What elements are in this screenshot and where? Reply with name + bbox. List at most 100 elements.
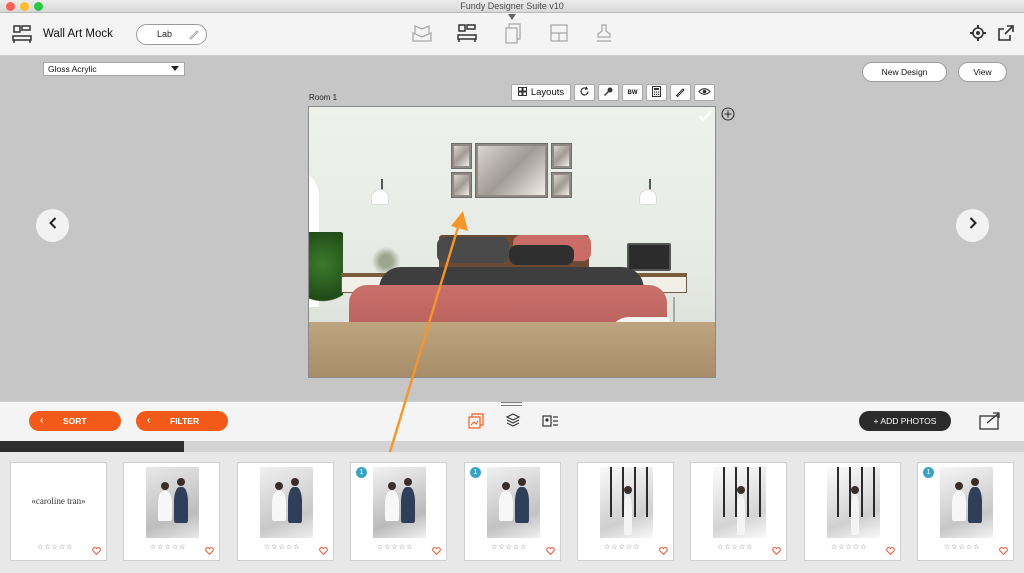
calculator-button[interactable]: [646, 84, 667, 101]
eyedropper-icon: [603, 86, 614, 100]
chevron-left-icon: ‹: [40, 415, 44, 426]
star-rating[interactable]: ☆☆☆☆☆: [491, 543, 527, 551]
heart-icon[interactable]: [886, 542, 895, 560]
preview-button[interactable]: [694, 84, 715, 101]
heart-icon[interactable]: [772, 542, 781, 560]
refresh-button[interactable]: [574, 84, 595, 101]
chevron-down-icon: [171, 66, 179, 71]
photo-thumbnail: [373, 467, 426, 538]
layouts-label: Layouts: [530, 87, 565, 98]
person-head: [518, 478, 526, 486]
window-titlebar: Fundy Designer Suite v10: [0, 0, 1024, 13]
edit-button[interactable]: [670, 84, 691, 101]
album-icon[interactable]: [411, 23, 433, 48]
heart-icon[interactable]: [999, 542, 1008, 560]
photo-card[interactable]: «caroline tran» ☆☆☆☆☆: [10, 462, 107, 561]
floor: [309, 322, 715, 377]
chevron-right-icon: [968, 216, 978, 235]
star-rating[interactable]: ☆☆☆☆☆: [377, 543, 413, 551]
person-figure: [158, 491, 172, 521]
person-head: [291, 478, 299, 486]
photo-filmstrip: «caroline tran» ☆☆☆☆☆ ☆☆☆☆☆ ☆☆☆☆☆ 1 ☆☆☆☆☆ 1 ☆☆☆…: [0, 452, 1024, 573]
photo-card[interactable]: 1 ☆☆☆☆☆: [350, 462, 447, 561]
people-tag-icon[interactable]: [541, 412, 559, 435]
laptop: [627, 243, 671, 271]
person-head: [177, 478, 185, 486]
export-icon[interactable]: [978, 411, 1002, 436]
eyedropper-button[interactable]: [598, 84, 619, 101]
star-rating[interactable]: ☆☆☆☆☆: [604, 543, 640, 551]
heart-icon[interactable]: [205, 542, 214, 560]
star-rating[interactable]: ☆☆☆☆☆: [717, 543, 753, 551]
person-head: [161, 482, 169, 490]
person-figure: [401, 487, 415, 523]
share-out-icon[interactable]: [997, 24, 1015, 47]
person-head: [502, 482, 510, 490]
heart-icon[interactable]: [432, 542, 441, 560]
window-mullion: [759, 467, 761, 517]
sort-button[interactable]: ‹ SORT: [29, 411, 121, 431]
usage-count-badge: 1: [923, 467, 934, 478]
photo-stack-icon[interactable]: [467, 412, 485, 435]
room-tools: Layouts BW: [511, 84, 715, 101]
wall-art-icon[interactable]: [457, 23, 477, 48]
person-head: [971, 478, 979, 486]
heart-icon[interactable]: [319, 542, 328, 560]
filter-button[interactable]: ‹ FILTER: [136, 411, 228, 431]
star-rating[interactable]: ☆☆☆☆☆: [264, 543, 300, 551]
photo-card[interactable]: 1 ☆☆☆☆☆: [464, 462, 561, 561]
cards-icon[interactable]: [504, 23, 522, 50]
window-mullion: [646, 467, 648, 517]
photo-card[interactable]: 1 ☆☆☆☆☆: [917, 462, 1014, 561]
lab-label: Lab: [157, 29, 173, 39]
checkmark-icon[interactable]: [697, 109, 713, 128]
chevron-left-icon: [48, 216, 58, 235]
main-toolbar: Wall Art Mock Lab: [0, 13, 1024, 56]
wall-art-frame[interactable]: [451, 172, 472, 198]
add-room-plus-icon[interactable]: [721, 107, 735, 126]
photo-card[interactable]: ☆☆☆☆☆: [690, 462, 787, 561]
wall-art-frame[interactable]: [451, 143, 472, 169]
person-head: [851, 486, 859, 494]
photo-card[interactable]: ☆☆☆☆☆: [237, 462, 334, 561]
refresh-icon: [579, 85, 590, 100]
star-rating[interactable]: ☆☆☆☆☆: [831, 543, 867, 551]
window-title: Fundy Designer Suite v10: [460, 1, 564, 11]
heart-icon[interactable]: [92, 542, 101, 560]
material-dropdown[interactable]: Gloss Acrylic: [43, 62, 185, 76]
add-photos-button[interactable]: + ADD PHOTOS: [859, 411, 951, 431]
wall-art-frame[interactable]: [551, 172, 572, 198]
lab-selector[interactable]: Lab: [136, 24, 207, 45]
window-mullion: [747, 467, 749, 517]
layout-icon[interactable]: [549, 23, 569, 48]
heart-icon[interactable]: [546, 542, 555, 560]
photo-card[interactable]: ☆☆☆☆☆: [804, 462, 901, 561]
heart-icon[interactable]: [659, 542, 668, 560]
photo-thumbnail: [940, 467, 993, 538]
star-rating[interactable]: ☆☆☆☆☆: [150, 543, 186, 551]
layouts-button[interactable]: Layouts: [511, 84, 571, 101]
settings-gear-icon[interactable]: [969, 24, 987, 47]
person-figure: [272, 491, 286, 521]
stamp-icon[interactable]: [595, 23, 613, 48]
photo-card[interactable]: ☆☆☆☆☆: [577, 462, 674, 561]
black-white-button[interactable]: BW: [622, 84, 643, 101]
person-figure: [624, 495, 632, 535]
next-room-button[interactable]: [956, 209, 989, 242]
room-scene-preview[interactable]: [308, 106, 716, 378]
star-rating[interactable]: ☆☆☆☆☆: [37, 543, 73, 551]
filmstrip-scroll-progress[interactable]: [0, 441, 1024, 452]
wall-art-frame[interactable]: [551, 143, 572, 169]
previous-room-button[interactable]: [36, 209, 69, 242]
resize-handle[interactable]: [501, 402, 522, 406]
wall-art-frame-main[interactable]: [475, 143, 548, 198]
layers-icon[interactable]: [505, 412, 521, 433]
material-value: Gloss Acrylic: [48, 64, 97, 74]
view-button[interactable]: View: [958, 62, 1007, 82]
star-rating[interactable]: ☆☆☆☆☆: [944, 543, 980, 551]
photo-card[interactable]: ☆☆☆☆☆: [123, 462, 220, 561]
person-figure: [499, 491, 513, 521]
window-mullion: [873, 467, 875, 517]
window-mullion: [723, 467, 725, 517]
new-design-button[interactable]: New Design: [862, 62, 947, 82]
